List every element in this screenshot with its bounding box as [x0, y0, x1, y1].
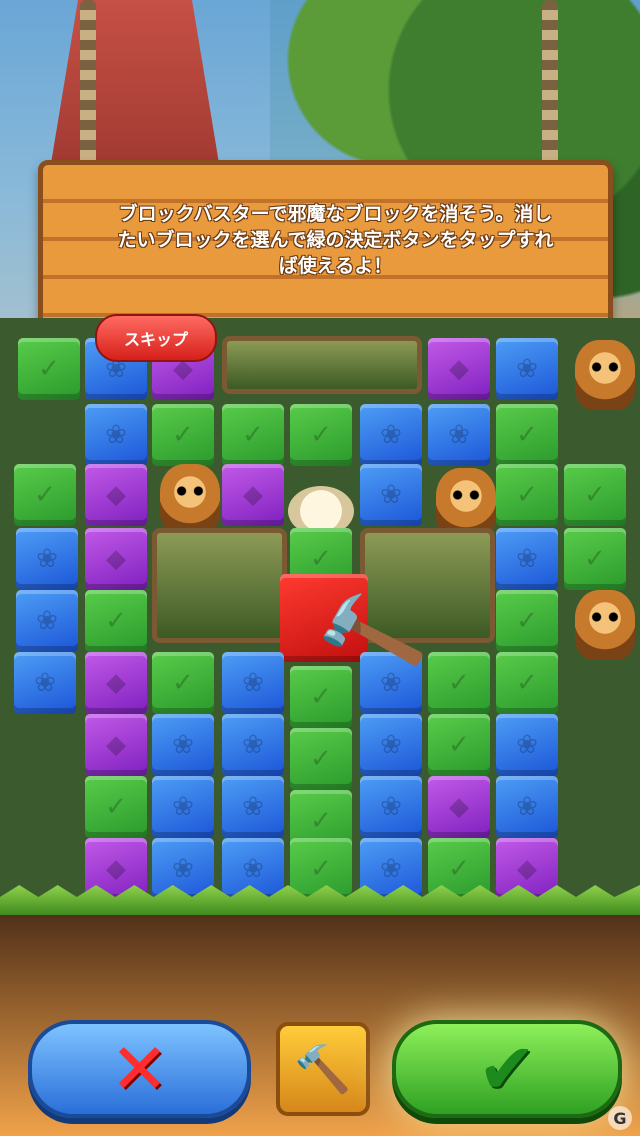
block-green[interactable]: ✓	[18, 338, 80, 400]
block-blue[interactable]: ❀	[14, 652, 76, 714]
check-icon: ✔	[477, 1028, 537, 1110]
block-purple[interactable]: ◆	[85, 652, 147, 714]
block-blue[interactable]: ❀	[496, 528, 558, 590]
block-green[interactable]: ✓	[496, 590, 558, 652]
block-green[interactable]: ✓	[564, 528, 626, 590]
block-purple[interactable]: ◆	[428, 338, 490, 400]
block-green[interactable]: ✓	[152, 652, 214, 714]
confirm-button[interactable]: ✔	[392, 1020, 622, 1118]
block-purple[interactable]: ◆	[428, 776, 490, 838]
block-purple[interactable]: ◆	[85, 464, 147, 526]
block-green[interactable]: ✓	[290, 404, 352, 466]
block-green[interactable]: ✓	[496, 464, 558, 526]
block-blue[interactable]: ❀	[496, 776, 558, 838]
block-green[interactable]: ✓	[428, 652, 490, 714]
action-bar: ✕ 🔨 ✔	[0, 1010, 640, 1120]
block-blue[interactable]: ❀	[16, 590, 78, 652]
block-blue[interactable]: ❀	[360, 464, 422, 526]
block-blue[interactable]: ❀	[85, 404, 147, 466]
block-blue[interactable]: ❀	[428, 404, 490, 466]
cancel-button[interactable]: ✕	[28, 1020, 251, 1118]
block-purple[interactable]: ◆	[85, 528, 147, 590]
block-blue[interactable]: ❀	[16, 528, 78, 590]
block-blue[interactable]: ❀	[222, 652, 284, 714]
photo-frame	[222, 336, 422, 394]
sign-chain-left	[80, 0, 96, 170]
block-blue[interactable]: ❀	[496, 714, 558, 776]
pet-puppy	[160, 464, 220, 534]
pet-puppy	[575, 340, 635, 410]
block-blue[interactable]: ❀	[360, 714, 422, 776]
photo-frame	[152, 528, 287, 643]
block-green[interactable]: ✓	[496, 652, 558, 714]
hammer-icon: 🔨	[294, 1042, 352, 1096]
block-green[interactable]: ✓	[496, 404, 558, 466]
tutorial-message: ブロックバスターで邪魔なブロックを消そう。消したいブロックを選んで緑の決定ボタン…	[117, 203, 554, 277]
block-green[interactable]: ✓	[564, 464, 626, 526]
block-purple[interactable]: ◆	[222, 464, 284, 526]
block-blue[interactable]: ❀	[360, 776, 422, 838]
x-icon: ✕	[110, 1028, 169, 1110]
skip-button[interactable]: スキップ	[95, 314, 217, 362]
block-green[interactable]: ✓	[14, 464, 76, 526]
block-blue[interactable]: ❀	[496, 338, 558, 400]
block-green[interactable]: ✓	[428, 714, 490, 776]
sign-chain-right	[542, 0, 558, 170]
block-green[interactable]: ✓	[152, 404, 214, 466]
pet-puppy	[575, 590, 635, 660]
block-green[interactable]: ✓	[222, 404, 284, 466]
block-blue[interactable]: ❀	[152, 714, 214, 776]
block-blue[interactable]: ❀	[222, 776, 284, 838]
block-green[interactable]: ✓	[85, 776, 147, 838]
block-purple[interactable]: ◆	[85, 714, 147, 776]
block-green[interactable]: ✓	[290, 728, 352, 790]
block-buster-tool[interactable]: 🔨	[276, 1022, 370, 1116]
block-blue[interactable]: ❀	[222, 714, 284, 776]
block-blue[interactable]: ❀	[360, 404, 422, 466]
block-blue[interactable]: ❀	[152, 776, 214, 838]
block-green[interactable]: ✓	[85, 590, 147, 652]
watermark-logo: G	[608, 1106, 632, 1130]
